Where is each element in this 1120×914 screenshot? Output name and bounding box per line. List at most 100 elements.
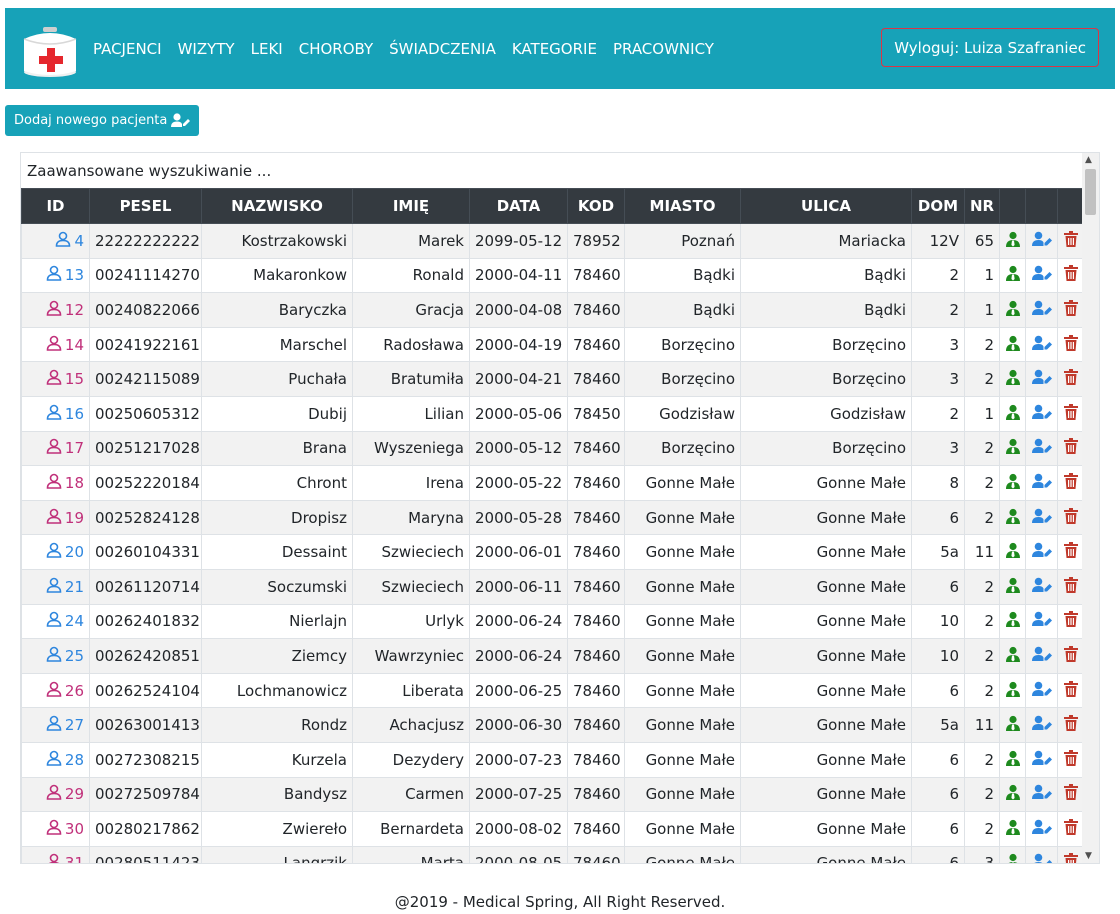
- patient-details-button[interactable]: [999, 568, 1026, 605]
- first-aid-kit-icon[interactable]: [21, 25, 79, 79]
- patient-details-button[interactable]: [999, 811, 1026, 847]
- column-header-1[interactable]: PESEL: [89, 188, 202, 224]
- patient-delete-button[interactable]: [1057, 430, 1084, 467]
- nav-link-1[interactable]: WIZYTY: [178, 40, 235, 58]
- patient-edit-button[interactable]: [1025, 638, 1058, 674]
- patient-delete-button[interactable]: [1057, 638, 1084, 674]
- patient-edit-button[interactable]: [1025, 568, 1058, 605]
- patient-id-link[interactable]: 30: [46, 819, 84, 839]
- patient-edit-button[interactable]: [1025, 395, 1058, 432]
- scroll-down-icon[interactable]: ▼: [1085, 851, 1092, 861]
- patient-id-link[interactable]: 17: [46, 438, 84, 458]
- nav-link-0[interactable]: PACJENCI: [93, 40, 162, 58]
- patient-id-link[interactable]: 12: [46, 300, 84, 320]
- patient-delete-button[interactable]: [1057, 741, 1084, 778]
- patient-id-link[interactable]: 21: [46, 577, 84, 597]
- patient-delete-button[interactable]: [1057, 292, 1084, 328]
- column-header-9[interactable]: NR: [964, 188, 1000, 224]
- patient-details-button[interactable]: [999, 361, 1026, 397]
- patient-id-link[interactable]: 13: [46, 265, 84, 285]
- patient-edit-button[interactable]: [1025, 845, 1058, 863]
- patient-edit-button[interactable]: [1025, 603, 1058, 640]
- add-patient-button[interactable]: Dodaj nowego pacjenta: [5, 105, 200, 136]
- column-header-3[interactable]: IMIĘ: [352, 188, 470, 224]
- patient-details-button[interactable]: [999, 326, 1026, 363]
- patient-details-button[interactable]: [999, 672, 1026, 709]
- patient-delete-button[interactable]: [1057, 776, 1084, 813]
- patient-details-button[interactable]: [999, 638, 1026, 674]
- nav-link-5[interactable]: KATEGORIE: [512, 40, 597, 58]
- patient-edit-button[interactable]: [1025, 326, 1058, 363]
- patient-delete-button[interactable]: [1057, 465, 1084, 501]
- patient-delete-button[interactable]: [1057, 223, 1084, 259]
- patient-details-button[interactable]: [999, 845, 1026, 863]
- patient-edit-button[interactable]: [1025, 672, 1058, 709]
- patient-edit-button[interactable]: [1025, 430, 1058, 467]
- patient-delete-button[interactable]: [1057, 672, 1084, 709]
- patient-id-link[interactable]: 24: [46, 611, 84, 631]
- patient-id-link[interactable]: 16: [46, 404, 84, 424]
- nav-link-3[interactable]: CHOROBY: [299, 40, 373, 58]
- patient-delete-button[interactable]: [1057, 395, 1084, 432]
- patient-edit-button[interactable]: [1025, 741, 1058, 778]
- patient-edit-button[interactable]: [1025, 465, 1058, 501]
- patient-details-button[interactable]: [999, 499, 1026, 536]
- advanced-search-toggle[interactable]: Zaawansowane wyszukiwanie ...: [21, 153, 1083, 188]
- nav-link-2[interactable]: LEKI: [251, 40, 283, 58]
- patient-edit-button[interactable]: [1025, 257, 1058, 294]
- patient-edit-button[interactable]: [1025, 776, 1058, 813]
- patient-edit-button[interactable]: [1025, 292, 1058, 328]
- patient-id-link[interactable]: 15: [46, 369, 84, 389]
- patient-details-button[interactable]: [999, 741, 1026, 778]
- patient-id-link[interactable]: 25: [46, 646, 84, 666]
- patient-edit-button[interactable]: [1025, 534, 1058, 570]
- patient-details-button[interactable]: [999, 465, 1026, 501]
- column-header-7[interactable]: ULICA: [740, 188, 912, 224]
- patient-delete-button[interactable]: [1057, 534, 1084, 570]
- patient-id-link[interactable]: 20: [46, 542, 84, 562]
- patient-details-button[interactable]: [999, 223, 1026, 259]
- patient-delete-button[interactable]: [1057, 845, 1084, 863]
- patient-delete-button[interactable]: [1057, 568, 1084, 605]
- patient-edit-button[interactable]: [1025, 707, 1058, 743]
- patient-id-link[interactable]: 26: [46, 681, 84, 701]
- patient-delete-button[interactable]: [1057, 361, 1084, 397]
- scrollbar[interactable]: ▲ ▼: [1082, 153, 1099, 863]
- patient-details-button[interactable]: [999, 430, 1026, 467]
- column-header-5[interactable]: KOD: [567, 188, 625, 224]
- nav-link-6[interactable]: PRACOWNICY: [613, 40, 714, 58]
- patient-id-link[interactable]: 14: [46, 335, 84, 355]
- column-header-4[interactable]: DATA: [469, 188, 568, 224]
- patient-edit-button[interactable]: [1025, 811, 1058, 847]
- patient-id-link[interactable]: 18: [46, 473, 84, 493]
- patient-edit-button[interactable]: [1025, 223, 1058, 259]
- patient-details-button[interactable]: [999, 776, 1026, 813]
- patient-details-button[interactable]: [999, 707, 1026, 743]
- column-header-6[interactable]: MIASTO: [624, 188, 741, 224]
- patient-delete-button[interactable]: [1057, 326, 1084, 363]
- patient-id-link[interactable]: 31: [46, 853, 84, 863]
- patient-details-button[interactable]: [999, 395, 1026, 432]
- column-header-0[interactable]: ID: [21, 188, 90, 224]
- scrollbar-thumb[interactable]: [1085, 169, 1096, 215]
- patient-details-button[interactable]: [999, 292, 1026, 328]
- patient-delete-button[interactable]: [1057, 603, 1084, 640]
- patient-edit-button[interactable]: [1025, 499, 1058, 536]
- patient-id-link[interactable]: 19: [46, 508, 84, 528]
- patient-id-link[interactable]: 27: [46, 715, 84, 735]
- patient-details-button[interactable]: [999, 603, 1026, 640]
- scroll-up-icon[interactable]: ▲: [1085, 155, 1092, 165]
- logout-button[interactable]: Wyloguj: Luiza Szafraniec: [881, 28, 1099, 67]
- patient-delete-button[interactable]: [1057, 499, 1084, 536]
- patient-details-button[interactable]: [999, 257, 1026, 294]
- patient-id-link[interactable]: 4: [55, 231, 84, 251]
- patient-delete-button[interactable]: [1057, 257, 1084, 294]
- patient-details-button[interactable]: [999, 534, 1026, 570]
- patient-delete-button[interactable]: [1057, 811, 1084, 847]
- nav-link-4[interactable]: ŚWIADCZENIA: [389, 40, 496, 58]
- patient-delete-button[interactable]: [1057, 707, 1084, 743]
- patient-id-link[interactable]: 28: [46, 750, 84, 770]
- column-header-8[interactable]: DOM: [911, 188, 965, 224]
- patient-edit-button[interactable]: [1025, 361, 1058, 397]
- column-header-2[interactable]: NAZWISKO: [201, 188, 353, 224]
